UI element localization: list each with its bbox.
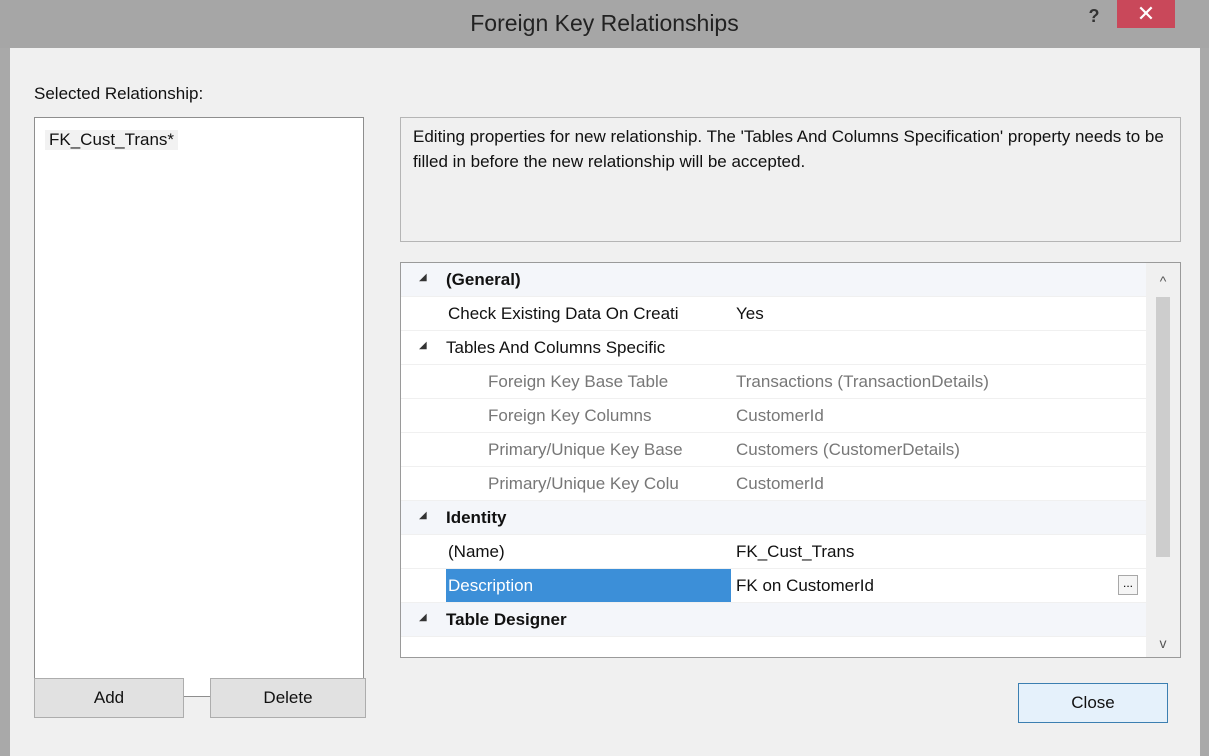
property-name: Foreign Key Columns xyxy=(488,406,652,425)
window-title: Foreign Key Relationships xyxy=(470,10,739,36)
property-value[interactable]: FK on CustomerId xyxy=(736,569,874,602)
relationship-listbox[interactable]: FK_Cust_Trans* xyxy=(34,117,364,697)
property-name: Primary/Unique Key Base xyxy=(488,440,683,459)
property-row[interactable]: Primary/Unique Key Colu CustomerId xyxy=(401,467,1146,501)
category-label: Table Designer xyxy=(446,610,567,629)
scroll-thumb[interactable] xyxy=(1156,297,1170,557)
dialog-client-area: Selected Relationship: FK_Cust_Trans* Ed… xyxy=(10,48,1200,756)
property-row[interactable]: Foreign Key Base Table Transactions (Tra… xyxy=(401,365,1146,399)
close-window-icon[interactable]: ✕ xyxy=(1117,0,1175,28)
property-row[interactable]: Primary/Unique Key Base Customers (Custo… xyxy=(401,433,1146,467)
category-tables-columns[interactable]: ◢ Tables And Columns Specific xyxy=(401,331,1146,365)
category-label: Identity xyxy=(446,508,507,527)
property-name: Description xyxy=(446,569,731,602)
scroll-down-icon[interactable]: v xyxy=(1146,629,1180,657)
property-grid[interactable]: ◢ (General) Check Existing Data On Creat… xyxy=(400,262,1181,658)
selected-relationship-label: Selected Relationship: xyxy=(34,84,204,103)
property-value[interactable]: Yes xyxy=(736,297,764,330)
category-general[interactable]: ◢ (General) xyxy=(401,263,1146,297)
title-bar[interactable]: Foreign Key Relationships ? ✕ xyxy=(0,0,1209,48)
property-value[interactable]: Transactions (TransactionDetails) xyxy=(736,365,989,398)
property-row-selected[interactable]: Description FK on CustomerId ... xyxy=(401,569,1146,603)
category-identity[interactable]: ◢ Identity xyxy=(401,501,1146,535)
scroll-up-icon[interactable]: ^ xyxy=(1146,267,1180,295)
property-value[interactable]: CustomerId xyxy=(736,467,824,500)
collapse-arrow-icon[interactable]: ◢ xyxy=(419,340,433,354)
ellipsis-button[interactable]: ... xyxy=(1118,575,1138,595)
property-value[interactable]: FK_Cust_Trans xyxy=(736,535,854,568)
category-table-designer[interactable]: ◢ Table Designer xyxy=(401,603,1146,637)
property-row[interactable]: Check Existing Data On Creati Yes xyxy=(401,297,1146,331)
collapse-arrow-icon[interactable]: ◢ xyxy=(419,612,433,626)
property-name: Primary/Unique Key Colu xyxy=(488,474,679,493)
add-button[interactable]: Add xyxy=(34,678,184,718)
collapse-arrow-icon[interactable]: ◢ xyxy=(419,272,433,286)
relationship-list-item[interactable]: FK_Cust_Trans* xyxy=(45,130,179,150)
property-value[interactable]: Customers (CustomerDetails) xyxy=(736,433,960,466)
close-button[interactable]: Close xyxy=(1018,683,1168,723)
dialog-window: Foreign Key Relationships ? ✕ Selected R… xyxy=(0,0,1209,756)
property-value[interactable]: CustomerId xyxy=(736,399,824,432)
category-label: (General) xyxy=(446,270,521,289)
collapse-arrow-icon[interactable]: ◢ xyxy=(419,510,433,524)
property-name: (Name) xyxy=(448,542,505,561)
help-button[interactable]: ? xyxy=(1082,6,1106,32)
property-row[interactable]: (Name) FK_Cust_Trans xyxy=(401,535,1146,569)
delete-button[interactable]: Delete xyxy=(210,678,366,718)
property-description-box: Editing properties for new relationship.… xyxy=(400,117,1181,242)
property-name: Check Existing Data On Creati xyxy=(448,304,679,323)
vertical-scrollbar[interactable]: ^ v xyxy=(1146,263,1180,657)
property-name: Foreign Key Base Table xyxy=(488,372,669,391)
property-name: Tables And Columns Specific xyxy=(446,338,666,357)
property-row[interactable]: Foreign Key Columns CustomerId xyxy=(401,399,1146,433)
